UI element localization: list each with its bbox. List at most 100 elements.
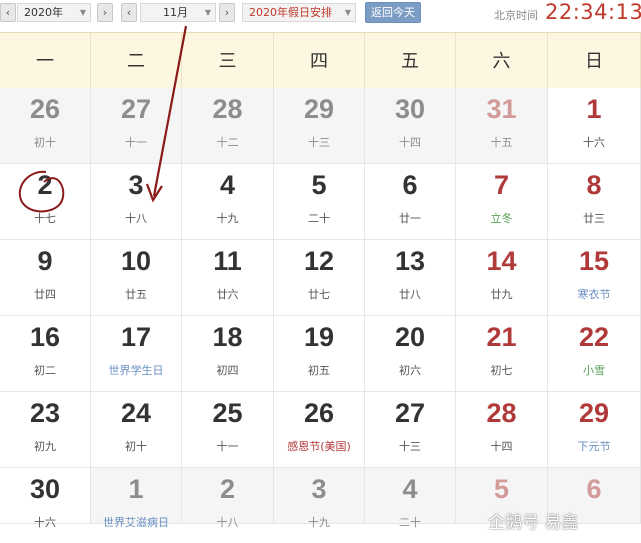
day-number: 18 [212,322,243,352]
day-cell[interactable]: 28 十四 [456,392,548,468]
lunar-or-festival-label: 初四 [216,364,239,377]
day-cell[interactable]: 26 感恩节(美国) [274,392,365,468]
day-cell[interactable]: 10 廿五 [91,240,182,316]
day-cell[interactable]: 1 十六 [548,88,641,164]
chevron-down-icon: ▼ [204,8,211,17]
day-cell[interactable]: 28 十二 [182,88,274,164]
day-number: 29 [578,398,610,428]
lunar-or-festival-label: 廿六 [216,288,239,301]
day-number: 17 [120,322,152,352]
day-cell[interactable]: 7 立冬 [456,164,548,240]
day-number: 14 [486,246,517,276]
day-number: 28 [486,398,517,428]
day-cell[interactable]: 2 十八 [182,468,274,529]
day-cell[interactable]: 21 初七 [456,316,548,392]
day-number: 21 [486,322,517,352]
day-cell[interactable]: 13 廿八 [365,240,456,316]
day-number: 4 [219,170,236,200]
day-number: 2 [219,474,236,504]
next-month-button[interactable]: › [219,3,235,22]
day-cell[interactable]: 24 初十 [91,392,182,468]
lunar-or-festival-label: 廿八 [399,288,421,301]
day-cell[interactable]: 29 下元节 [548,392,641,468]
day-cell[interactable]: 15 寒衣节 [548,240,641,316]
day-cell[interactable]: 16 初二 [0,316,91,392]
month-select[interactable]: 11月 ▼ [140,3,216,22]
weekday-header-cell: 二 [91,33,182,89]
lunar-or-festival-label: 廿四 [34,288,56,301]
day-cell[interactable]: 20 初六 [365,316,456,392]
day-cell[interactable]: 27 十三 [365,392,456,468]
lunar-or-festival-label: 世界艾滋病日 [103,516,169,529]
day-cell[interactable]: 30 十四 [365,88,456,164]
day-cell[interactable]: 3 十八 [91,164,182,240]
chevron-left-icon: ‹ [5,6,11,19]
prev-month-button[interactable]: ‹ [121,3,137,22]
day-number: 13 [394,246,426,276]
lunar-or-festival-label: 二十 [308,212,330,225]
lunar-or-festival-label: 初九 [34,440,56,453]
day-number: 2 [37,170,53,200]
weekday-header-cell: 三 [182,33,274,89]
holiday-select-value: 2020年假日安排 [249,6,332,19]
prev-year-button[interactable]: ‹ [0,3,16,22]
calendar-app: ‹ 2020年 ▼ › ‹ 11月 ▼ › 2020年假日安排 ▼ 返回今天 北… [0,0,641,543]
chevron-down-icon: ▼ [344,8,351,17]
day-cell[interactable]: 25 十一 [182,392,274,468]
weekday-header-cell: 一 [0,33,91,89]
back-to-today-button[interactable]: 返回今天 [365,2,421,23]
day-cell[interactable]: 17 世界学生日 [91,316,182,392]
day-cell[interactable]: 8 廿三 [548,164,641,240]
day-number: 4 [402,474,418,504]
month-select-value: 11月 [163,6,188,19]
day-number: 3 [128,170,144,200]
lunar-or-festival-label: 初五 [308,364,330,377]
lunar-or-festival-label: 十七 [34,212,56,225]
day-cell[interactable]: 3 十九 [274,468,365,529]
lunar-or-festival-label: 十六 [34,516,56,529]
day-cell[interactable]: 23 初九 [0,392,91,468]
day-cell[interactable]: 26 初十 [0,88,91,164]
holiday-select[interactable]: 2020年假日安排 ▼ [242,3,356,22]
year-select[interactable]: 2020年 ▼ [17,3,91,22]
day-cell[interactable]: 27 十一 [91,88,182,164]
day-number: 27 [394,398,426,428]
lunar-or-festival-label: 十三 [308,136,330,149]
day-number: 3 [311,474,327,504]
day-number: 6 [402,170,418,200]
day-cell[interactable]: 6 廿一 [365,164,456,240]
day-number: 5 [311,170,327,200]
day-number: 10 [120,246,152,276]
lunar-or-festival-label: 初十 [34,136,56,149]
day-number: 26 [303,398,335,428]
day-cell[interactable]: 22 小雪 [548,316,641,392]
day-number: 6 [586,474,602,504]
lunar-or-festival-label: 十一 [216,440,239,453]
day-cell[interactable]: 4 十九 [182,164,274,240]
day-cell[interactable]: 12 廿七 [274,240,365,316]
day-cell[interactable]: 5 二十 [274,164,365,240]
beijing-time-clock: 22:34:13 [545,0,641,24]
day-number: 23 [29,398,61,428]
day-number: 30 [29,474,61,504]
lunar-or-festival-label: 感恩节(美国) [287,440,351,453]
day-cell[interactable]: 4 二十 [365,468,456,529]
day-cell[interactable]: 11 廿六 [182,240,274,316]
day-cell[interactable]: 31 十五 [456,88,548,164]
day-cell[interactable]: 18 初四 [182,316,274,392]
day-cell[interactable]: 1 世界艾滋病日 [91,468,182,529]
lunar-or-festival-label: 世界学生日 [108,364,164,377]
chevron-down-icon: ▼ [79,8,86,17]
day-cell[interactable]: 29 十三 [274,88,365,164]
day-cell[interactable]: 9 廿四 [0,240,91,316]
lunar-or-festival-label: 廿九 [490,288,513,301]
next-year-button[interactable]: › [97,3,113,22]
day-cell[interactable]: 2 十七 [0,164,91,240]
watermark: 企鹅号 易鑫 [488,513,579,533]
lunar-or-festival-label: 廿一 [399,212,421,225]
day-cell[interactable]: 14 廿九 [456,240,548,316]
day-cell[interactable]: 19 初五 [274,316,365,392]
chevron-right-icon: › [102,6,108,19]
weekday-header-cell: 日 [548,33,641,89]
day-cell[interactable]: 30 十六 [0,468,91,529]
